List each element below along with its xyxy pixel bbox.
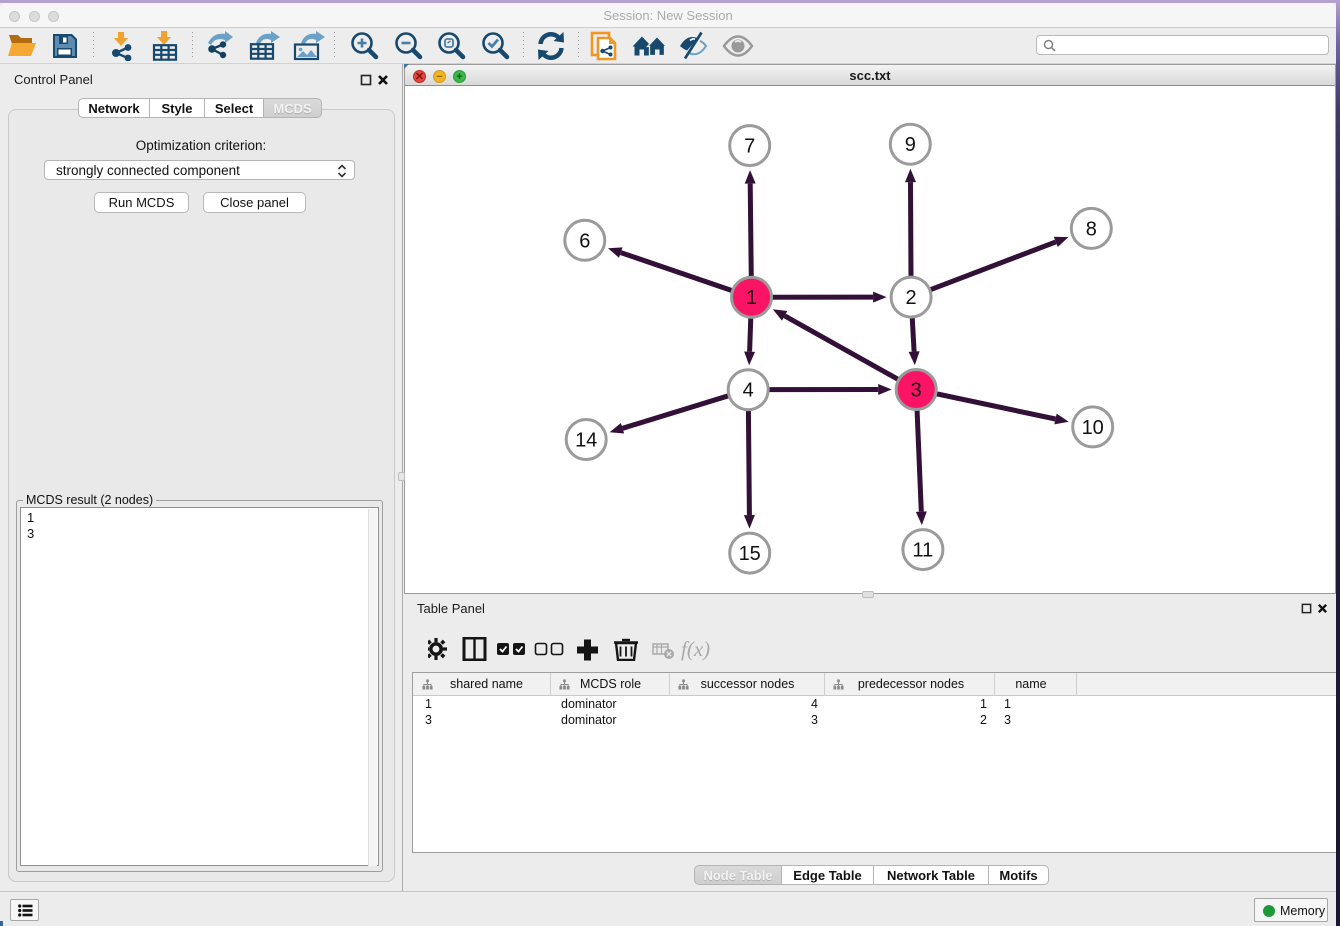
svg-text:10: 10 — [1082, 417, 1104, 439]
svg-text:9: 9 — [905, 134, 916, 156]
svg-text:7: 7 — [744, 136, 755, 158]
svg-text:15: 15 — [739, 543, 761, 565]
svg-text:2: 2 — [906, 287, 917, 309]
svg-text:f(x): f(x) — [681, 637, 710, 661]
svg-text:3: 3 — [911, 380, 922, 402]
svg-text:11: 11 — [913, 540, 934, 562]
svg-text:14: 14 — [575, 430, 597, 452]
svg-text:1: 1 — [746, 287, 757, 309]
svg-text:4: 4 — [743, 380, 754, 402]
svg-text:8: 8 — [1086, 218, 1097, 240]
svg-text:6: 6 — [579, 230, 590, 252]
